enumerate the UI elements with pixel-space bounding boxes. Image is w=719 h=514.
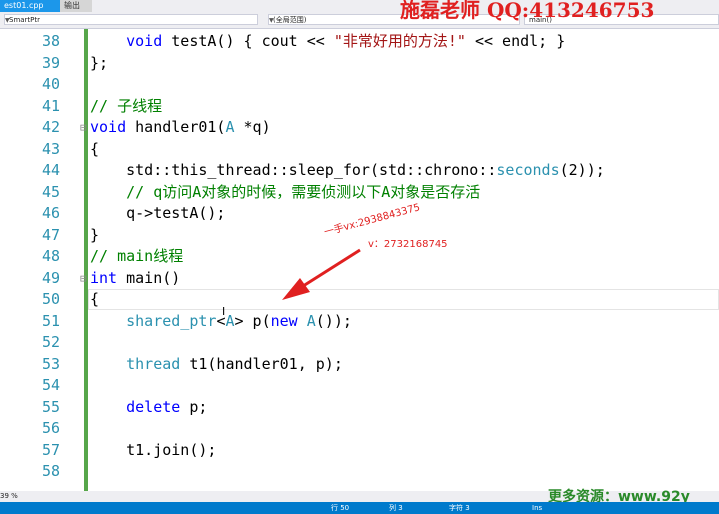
status-bar: 行 50 列 3 字符 3 Ins	[0, 502, 719, 514]
status-char: 字符 3	[449, 504, 470, 512]
annotation-arrow-icon	[282, 248, 361, 300]
status-mode: Ins	[532, 504, 543, 512]
status-row: 行 50	[331, 504, 350, 512]
status-col: 列 3	[389, 504, 403, 512]
zoom-level[interactable]: 39 %	[0, 491, 20, 502]
